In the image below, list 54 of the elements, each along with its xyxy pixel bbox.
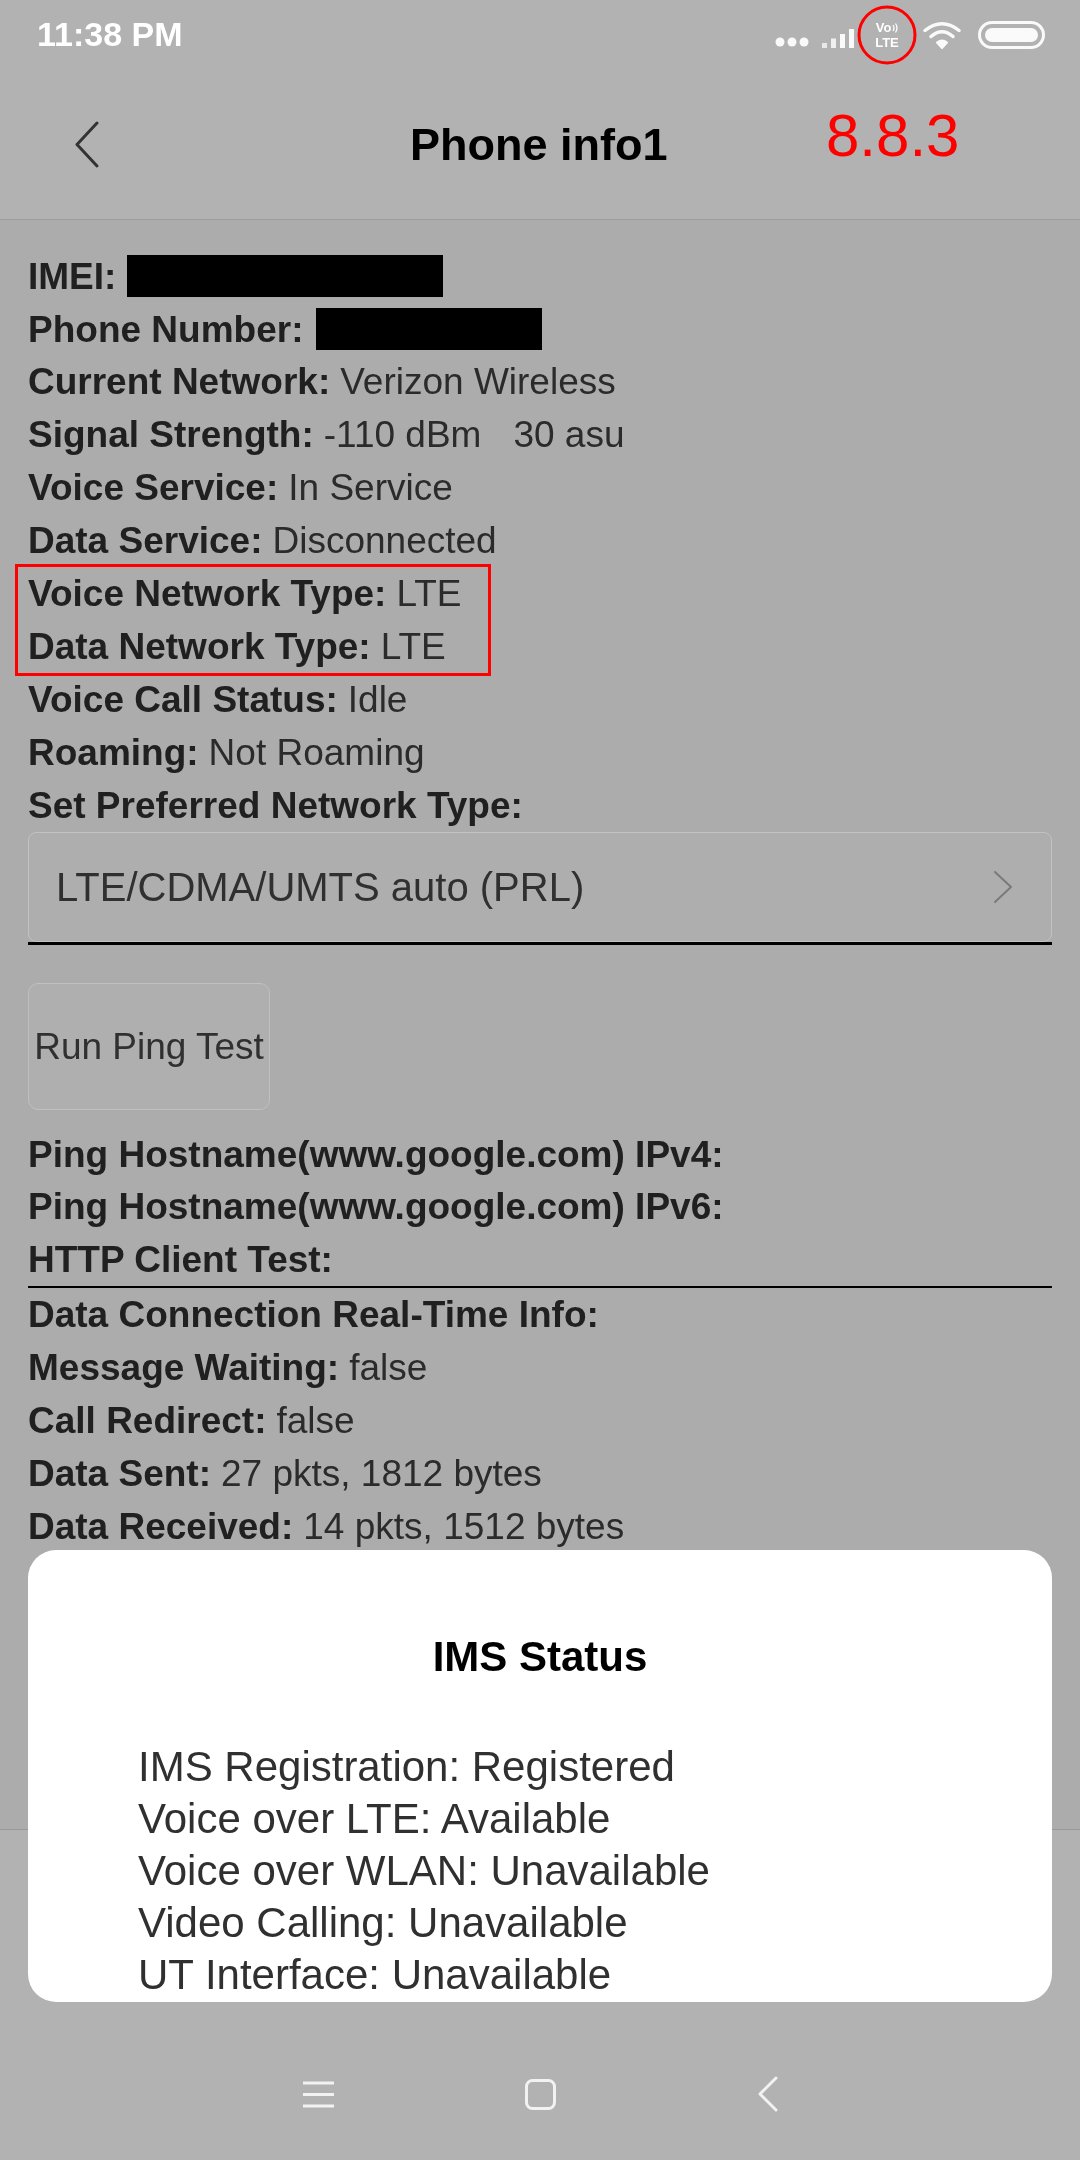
chevron-right-icon xyxy=(993,869,1013,904)
page-title: Phone info1 xyxy=(410,117,668,172)
field-value: In Service xyxy=(288,466,453,511)
field-label: Ping Hostname(www.google.com) IPv6: xyxy=(28,1185,724,1230)
dialog-text-line: IMS Registration: Registered xyxy=(138,1742,675,1792)
field-label: Message Waiting: xyxy=(28,1346,340,1391)
dialog-title: IMS Status xyxy=(432,1632,648,1682)
field-value: false xyxy=(276,1398,355,1443)
menu-icon[interactable] xyxy=(303,2080,334,2108)
signal-bars-icon xyxy=(822,28,854,48)
field-label: Voice Network Type: xyxy=(28,572,387,617)
field-value: Not Roaming xyxy=(208,730,425,775)
dialog-text-line: UT Interface: Unavailable xyxy=(138,1950,612,2000)
field-value: -110 dBm xyxy=(323,413,482,458)
run-ping-test-button[interactable]: Run Ping Test xyxy=(28,982,270,1110)
field-label: Voice Service: xyxy=(28,466,279,511)
field-value: false xyxy=(349,1346,428,1391)
more-dots-icon xyxy=(775,37,809,47)
field-label: Data Sent: xyxy=(28,1451,211,1496)
field-label: Signal Strength: xyxy=(28,413,314,458)
field-label: Set Preferred Network Type: xyxy=(28,783,523,828)
field-value: 30 asu xyxy=(513,413,625,458)
field-label: Data Connection Real-Time Info: xyxy=(28,1293,599,1338)
dialog-text-line: Voice over WLAN: Unavailable xyxy=(138,1846,710,1896)
sound-waves-icon xyxy=(892,22,899,33)
field-value: Idle xyxy=(347,677,408,722)
field-label: Phone Number: xyxy=(28,307,304,352)
field-label: Data Received: xyxy=(28,1504,294,1549)
back-icon[interactable] xyxy=(74,121,100,168)
field-value: Verizon Wireless xyxy=(340,360,616,405)
battery-icon xyxy=(978,21,1045,49)
dialog-text-line: Video Calling: Unavailable xyxy=(138,1898,628,1948)
field-label: IMEI: xyxy=(28,254,117,299)
field-value: LTE xyxy=(396,572,462,617)
field-label: Roaming: xyxy=(28,730,199,775)
field-value: LTE xyxy=(380,624,446,669)
field-label: HTTP Client Test: xyxy=(28,1238,333,1283)
field-value: 14 pkts, 1512 bytes xyxy=(303,1504,625,1549)
wifi-icon xyxy=(923,21,961,49)
field-value: 27 pkts, 1812 bytes xyxy=(221,1451,542,1496)
field-label: Voice Call Status: xyxy=(28,677,338,722)
field-value: Disconnected xyxy=(272,519,497,564)
dialog-text-line: Voice over LTE: Available xyxy=(138,1794,611,1844)
network-badge-text: Vo xyxy=(875,21,892,34)
field-label: Current Network: xyxy=(28,360,331,405)
field-label: Data Network Type: xyxy=(28,624,371,669)
field-label: Call Redirect: xyxy=(28,1398,267,1443)
field-label: Data Service: xyxy=(28,519,263,564)
network-type-select[interactable]: LTE/CDMA/UMTS auto (PRL) xyxy=(28,831,1052,942)
version-note: 8.8.3 xyxy=(826,105,960,166)
field-label: Ping Hostname(www.google.com) IPv4: xyxy=(28,1132,724,1177)
network-badge-text: LTE xyxy=(875,36,899,49)
home-icon[interactable] xyxy=(525,2078,556,2110)
status-time: 11:38 PM xyxy=(37,17,183,51)
